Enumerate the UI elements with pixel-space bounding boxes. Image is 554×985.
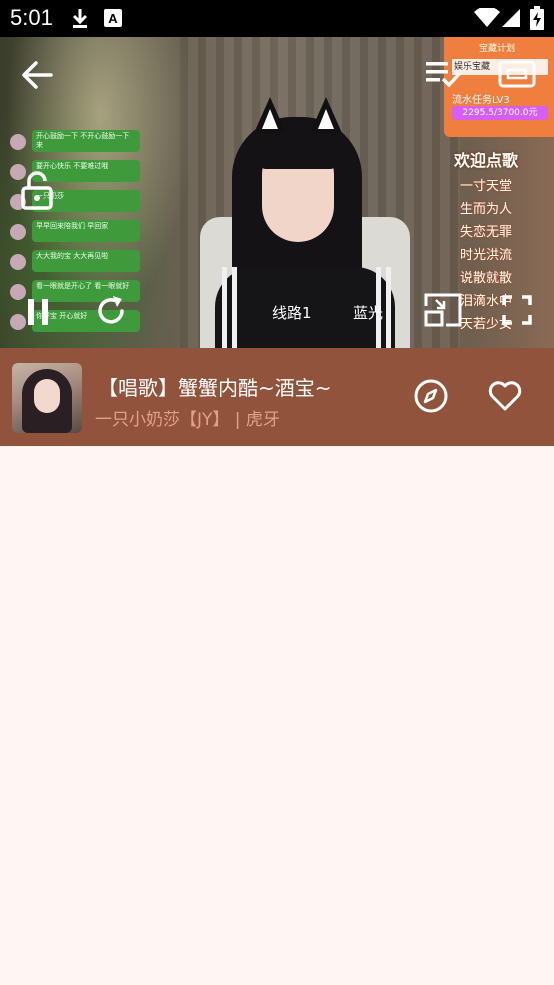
- jacket-stripe: [232, 267, 237, 348]
- cast-screen-icon[interactable]: [498, 59, 536, 91]
- avatar: [10, 314, 26, 330]
- chat-bubble: 早早回来陪我们 早回家: [32, 220, 140, 242]
- video-player[interactable]: 开心鼓励一下 不开心鼓励一下 来 要开心快乐 不要难过哦 一只奶莎 早早回来陪我…: [0, 37, 554, 348]
- task-progress: 2295.5/3700.0元: [452, 106, 548, 120]
- favorite-heart-icon[interactable]: [487, 380, 523, 416]
- route-selector[interactable]: 线路1: [272, 302, 312, 323]
- chat-bubble: 开心鼓励一下 不开心鼓励一下 来: [32, 130, 140, 152]
- refresh-icon[interactable]: [94, 294, 128, 328]
- chat-message: 大大我的宝 大大再见啦: [10, 250, 145, 274]
- chat-bubble: 大大我的宝 大大再见啦: [32, 250, 140, 272]
- jacket-stripe: [222, 267, 227, 348]
- chat-message: 早早回来陪我们 早回家: [10, 220, 145, 244]
- cat-ear-right-inner: [318, 109, 334, 129]
- playlist-check-icon[interactable]: [424, 59, 462, 91]
- download-icon: [70, 7, 90, 33]
- a-notification-icon: A: [103, 7, 123, 33]
- avatar: [10, 134, 26, 150]
- song-item: 一寸天堂: [459, 179, 512, 194]
- avatar: [10, 224, 26, 240]
- compass-icon[interactable]: [413, 378, 449, 418]
- thumbnail-face: [34, 379, 60, 413]
- status-time: 5:01: [10, 5, 53, 30]
- stream-subtitle: 一只小奶莎【JY】 | 虎牙: [95, 410, 280, 430]
- avatar: [10, 254, 26, 270]
- picture-in-picture-icon[interactable]: [424, 292, 462, 328]
- stream-thumbnail[interactable]: [12, 363, 82, 433]
- chat-message: 开心鼓励一下 不开心鼓励一下 来: [10, 130, 145, 154]
- content-area: [0, 446, 554, 985]
- battery-charging-icon: [530, 6, 544, 34]
- song-board-header: 欢迎点歌: [453, 151, 518, 170]
- back-arrow-icon[interactable]: [20, 59, 54, 91]
- task-level: 流水任务LV3: [452, 95, 510, 106]
- task-plan-label: 宝藏计划: [479, 44, 516, 54]
- status-bar: 5:01 A: [0, 0, 554, 37]
- quality-selector[interactable]: 蓝光: [353, 302, 383, 323]
- cat-ear-left-inner: [262, 109, 278, 129]
- song-item: 生而为人: [459, 202, 512, 217]
- wifi-icon: [474, 6, 500, 32]
- song-item: 失恋无罪: [459, 225, 512, 240]
- avatar: [10, 284, 26, 300]
- stream-title: 【唱歌】蟹蟹内酷~酒宝~: [98, 376, 332, 400]
- signal-icon: [501, 8, 521, 32]
- song-item: 说散就散: [459, 271, 512, 286]
- pause-icon[interactable]: [26, 297, 50, 327]
- jacket-stripe: [386, 267, 391, 348]
- stream-info-bar: 【唱歌】蟹蟹内酷~酒宝~ 一只小奶莎【JY】 | 虎牙: [0, 348, 554, 446]
- svg-text:A: A: [108, 11, 118, 26]
- screen-lock-icon[interactable]: [20, 171, 54, 211]
- song-item: 时光洪流: [459, 248, 512, 263]
- fullscreen-icon[interactable]: [502, 295, 532, 325]
